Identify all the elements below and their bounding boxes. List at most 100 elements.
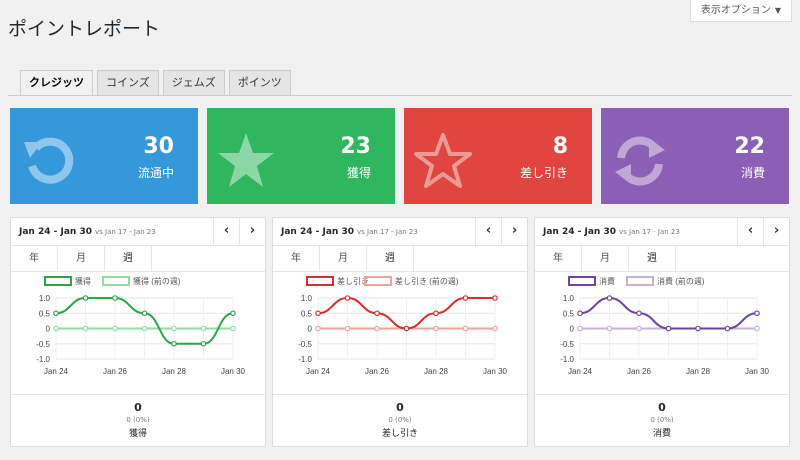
report-panel-deducted: Jan 24 - Jan 30 vs Jan 17 - Jan 23 ‹ › 年… (272, 217, 528, 447)
caret-down-icon: ▼ (774, 6, 781, 15)
tab-points[interactable]: ポインツ (228, 70, 291, 96)
card-value: 30 (143, 134, 174, 159)
card-value: 8 (552, 134, 568, 159)
data-point (433, 310, 439, 317)
legend-label: 獲得 (前の週) (133, 276, 181, 286)
data-point (171, 325, 177, 332)
data-point (82, 325, 89, 332)
period-tabs: 年 月 週 (535, 246, 789, 272)
y-tick-label: 0.5 (39, 309, 51, 318)
screen-options-label: 表示オプション (700, 5, 771, 16)
period-year[interactable]: 年 (273, 246, 320, 271)
footer-value: 0 (134, 401, 142, 414)
period-year[interactable]: 年 (11, 246, 58, 271)
legend-label: 消費 (599, 276, 615, 286)
tab-credits[interactable]: クレジッツ (20, 70, 93, 96)
next-week-button[interactable]: › (501, 218, 527, 245)
x-tick-label: Jan 26 (627, 367, 652, 376)
data-point (577, 325, 583, 332)
next-week-button[interactable]: › (763, 218, 789, 245)
y-tick-label: 0.5 (301, 309, 313, 318)
y-tick-label: 0 (46, 325, 51, 334)
prev-week-button[interactable]: ‹ (213, 218, 239, 245)
data-point (53, 310, 59, 317)
prev-week-button[interactable]: ‹ (737, 218, 763, 245)
line-chart: 消費 消費 (前の週) 1.0 0.5 0 -0.5 -1.0 Jan 24 Jan 26 Jan… (560, 276, 770, 376)
data-point (374, 310, 380, 317)
x-tick-label: Jan 30 (483, 367, 508, 376)
data-point (141, 310, 148, 317)
date-range: Jan 24 - Jan 30 (281, 226, 354, 237)
panel-header: Jan 24 - Jan 30 vs Jan 17 - Jan 23 ‹ › (273, 218, 527, 246)
legend-swatch (306, 276, 334, 286)
next-week-button[interactable]: › (239, 218, 265, 245)
footer-change: 0 (0%) (650, 416, 674, 424)
footer-value: 0 (658, 401, 666, 414)
card-label: 消費 (740, 166, 765, 180)
legend-swatch (44, 276, 72, 286)
line-chart: 獲得 獲得 (前の週) 1.0 0.5 0 -0.5 -1.0 Jan 24 Jan 26 Jan… (36, 276, 246, 376)
card-earned: 23 獲得 (207, 108, 395, 204)
data-point (112, 325, 118, 332)
period-year[interactable]: 年 (535, 246, 582, 271)
x-tick-label: Jan 24 (306, 367, 331, 376)
compare-range: vs Jan 17 - Jan 23 (94, 227, 156, 236)
legend-label: 獲得 (75, 276, 91, 286)
data-point (492, 295, 498, 301)
data-point (403, 325, 410, 332)
x-tick-label: Jan 28 (686, 367, 711, 376)
period-month[interactable]: 月 (582, 246, 629, 271)
footer-label: 差し引き (381, 429, 418, 439)
y-tick-label: 0 (570, 325, 575, 334)
footer-change: 0 (0%) (126, 416, 150, 424)
period-month[interactable]: 月 (320, 246, 367, 271)
data-point (315, 325, 321, 332)
data-point (53, 325, 59, 332)
screen-options-button[interactable]: 表示オプション ▼ (689, 0, 792, 22)
panel-header: Jan 24 - Jan 30 vs Jan 17 - Jan 23 ‹ › (11, 218, 265, 246)
data-point (754, 310, 760, 317)
legend-swatch (568, 276, 596, 286)
y-tick-label: -1.0 (298, 355, 312, 364)
footer-label: 消費 (652, 429, 671, 439)
report-panel-spent: Jan 24 - Jan 30 vs Jan 17 - Jan 23 ‹ › 年… (534, 217, 790, 447)
y-tick-label: 0 (308, 325, 313, 334)
date-range: Jan 24 - Jan 30 (19, 226, 92, 237)
y-tick-label: 1.0 (301, 294, 313, 303)
data-point (112, 295, 118, 301)
card-spent: 22 消費 (601, 108, 789, 204)
period-week[interactable]: 週 (105, 246, 152, 271)
panel-footer: 0 0 (0%) 消費 (535, 394, 789, 439)
period-week[interactable]: 週 (629, 246, 676, 271)
data-point (200, 325, 207, 332)
data-point (344, 325, 351, 332)
card-label: 差し引き (519, 166, 568, 180)
data-point (695, 325, 701, 332)
data-point (374, 325, 380, 332)
x-tick-label: Jan 24 (568, 367, 593, 376)
data-point (462, 295, 469, 301)
period-week[interactable]: 週 (367, 246, 414, 271)
report-panel-earned: Jan 24 - Jan 30 vs Jan 17 - Jan 23 ‹ › 年… (10, 217, 266, 447)
data-point (492, 325, 498, 332)
data-point (230, 325, 236, 332)
x-tick-label: Jan 28 (424, 367, 449, 376)
tabs-divider (8, 95, 792, 96)
data-point (315, 310, 321, 317)
data-point (754, 325, 760, 332)
period-month[interactable]: 月 (58, 246, 105, 271)
currency-tabs: クレジッツ コインズ ジェムズ ポインツ (20, 70, 295, 96)
data-point (200, 340, 207, 347)
y-tick-label: 1.0 (563, 294, 575, 303)
tab-gems[interactable]: ジェムズ (162, 70, 225, 96)
card-value: 22 (734, 134, 765, 159)
footer-label: 獲得 (128, 429, 147, 439)
data-point (665, 325, 672, 332)
tab-coins[interactable]: コインズ (97, 70, 159, 96)
compare-range: vs Jan 17 - Jan 23 (356, 227, 418, 236)
y-tick-label: -0.5 (560, 340, 574, 349)
y-tick-label: -0.5 (36, 340, 50, 349)
period-tabs: 年 月 週 (11, 246, 265, 272)
prev-week-button[interactable]: ‹ (475, 218, 501, 245)
y-tick-label: 0.5 (563, 309, 575, 318)
